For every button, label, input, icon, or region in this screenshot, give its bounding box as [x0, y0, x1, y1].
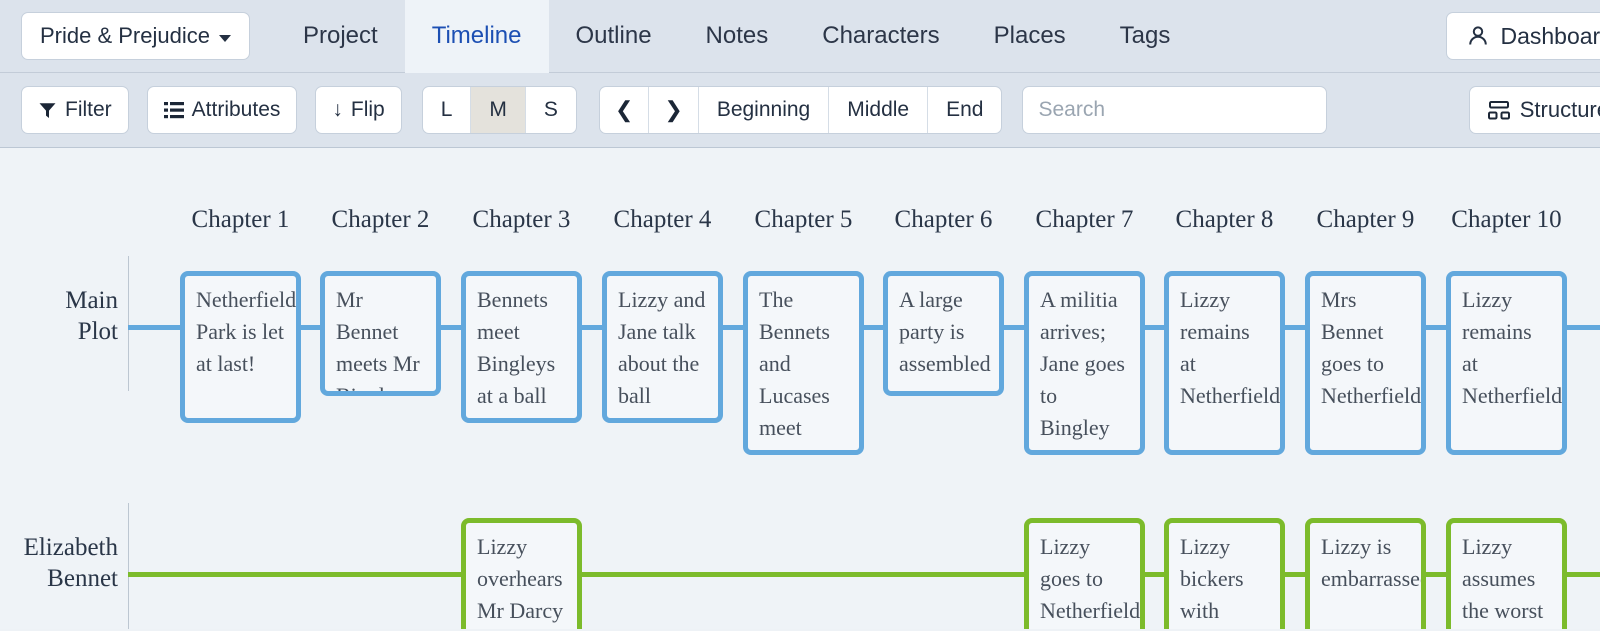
previous-button[interactable]: ❮ [600, 87, 650, 133]
row-label-line-2: Bennet [47, 565, 118, 592]
timeline-toolbar: Filter Attributes ↓ Flip L M S ❮ ❯ Begin… [0, 73, 1600, 148]
timeline-card[interactable]: Bennets meet Bingleys at a ball [461, 271, 582, 423]
size-option-small[interactable]: S [526, 87, 576, 133]
timeline-card[interactable]: Lizzy goes to Netherfield [1024, 518, 1145, 629]
row-spine-line [128, 572, 461, 577]
row-label-line-2: Plot [77, 318, 118, 345]
card-connector-line [582, 572, 1024, 577]
timeline-card[interactable]: Lizzy assumes the worst [1446, 518, 1567, 629]
dashboard-button[interactable]: Dashboard [1446, 12, 1600, 60]
timeline-card[interactable]: Lizzy remains at Netherfield [1446, 271, 1567, 455]
row-label-line-1: Main [65, 287, 118, 314]
flip-label: Flip [350, 98, 385, 121]
chapter-header[interactable]: Chapter 10 [1426, 206, 1587, 234]
dashboard-label: Dashboard [1500, 22, 1600, 49]
chapter-header[interactable]: Chapter 6 [863, 206, 1024, 234]
tab-places[interactable]: Places [967, 0, 1093, 73]
timeline-card[interactable]: Mr Bennet meets Mr Bingley [320, 271, 441, 396]
card-connector-line [301, 325, 320, 330]
timeline-card[interactable]: Netherfield Park is let at last! [180, 271, 301, 423]
timeline-card[interactable]: A large party is assembled [883, 271, 1004, 396]
card-connector-line [1426, 325, 1446, 330]
attributes-button[interactable]: Attributes [146, 86, 298, 134]
structure-label: Structure [1519, 97, 1600, 122]
timeline-canvas: Chapter 1 Chapter 2 Chapter 3 Chapter 4 Chap… [0, 148, 1600, 629]
list-icon [163, 101, 184, 118]
row-label[interactable]: Main Plot [0, 285, 118, 347]
down-arrow-icon: ↓ [332, 98, 343, 121]
tab-characters[interactable]: Characters [795, 0, 966, 73]
project-picker-label: Pride & Prejudice [40, 23, 210, 48]
main-nav-tabs: Project Timeline Outline Notes Character… [276, 0, 1197, 73]
chapter-header[interactable]: Chapter 2 [300, 206, 461, 234]
filter-button[interactable]: Filter [21, 86, 129, 134]
row-divider [128, 503, 129, 629]
timeline-card[interactable]: Lizzy overhears Mr Darcy [461, 518, 582, 629]
row-spine-line [128, 325, 180, 330]
timeline-navigation-group: ❮ ❯ Beginning Middle End [598, 86, 1003, 134]
size-option-large[interactable]: L [423, 87, 472, 133]
card-connector-line [1567, 325, 1600, 330]
structure-button[interactable]: Structure [1468, 86, 1600, 134]
chapter-header[interactable]: Chapter 3 [441, 206, 602, 234]
project-picker-button[interactable]: Pride & Prejudice [21, 12, 250, 60]
flip-button[interactable]: ↓ Flip [315, 86, 402, 134]
filter-label: Filter [65, 98, 112, 121]
row-divider [128, 256, 129, 391]
funnel-icon [39, 102, 56, 118]
card-connector-line [1426, 572, 1446, 577]
jump-beginning-button[interactable]: Beginning [699, 87, 830, 133]
next-button[interactable]: ❯ [649, 87, 699, 133]
chapter-header[interactable]: Chapter 8 [1144, 206, 1305, 234]
tab-project[interactable]: Project [276, 0, 405, 73]
timeline-card[interactable]: The Bennets and Lucases meet [743, 271, 864, 455]
chapter-header[interactable]: Chapter 4 [582, 206, 743, 234]
card-size-toggle-group: L M S [421, 86, 577, 134]
timeline-card[interactable]: Lizzy and Jane talk about the ball [602, 271, 723, 423]
tab-timeline[interactable]: Timeline [404, 0, 549, 73]
chapter-header[interactable]: Chapter 1 [160, 206, 321, 234]
row-label[interactable]: Elizabeth Bennet [0, 532, 118, 594]
search-input[interactable] [1022, 86, 1328, 134]
card-connector-line [441, 325, 461, 330]
jump-end-button[interactable]: End [928, 87, 1001, 133]
size-option-medium[interactable]: M [471, 87, 526, 133]
top-navigation-bar: Pride & Prejudice Project Timeline Outli… [0, 0, 1600, 73]
chapter-header[interactable]: Chapter 5 [723, 206, 884, 234]
chapter-header[interactable]: Chapter 7 [1004, 206, 1165, 234]
card-connector-line [1004, 325, 1024, 330]
card-connector-line [1145, 572, 1164, 577]
card-connector-line [1567, 572, 1600, 577]
tab-tags[interactable]: Tags [1093, 0, 1198, 73]
structure-icon [1487, 100, 1510, 119]
attributes-label: Attributes [191, 98, 281, 121]
user-icon [1469, 26, 1488, 45]
chevron-down-icon [218, 34, 231, 42]
timeline-card[interactable]: Lizzy is embarrassed [1305, 518, 1426, 629]
card-connector-line [864, 325, 883, 330]
timeline-card[interactable]: Mrs Bennet goes to Netherfield [1305, 271, 1426, 455]
timeline-card[interactable]: A militia arrives; Jane goes to Bingley [1024, 271, 1145, 455]
card-connector-line [723, 325, 743, 330]
chapter-header[interactable]: Chapter 9 [1285, 206, 1446, 234]
jump-middle-button[interactable]: Middle [829, 87, 929, 133]
tab-notes[interactable]: Notes [679, 0, 796, 73]
timeline-card[interactable]: Lizzy bickers with Darcy [1164, 518, 1285, 629]
tab-outline[interactable]: Outline [549, 0, 679, 73]
card-connector-line [1285, 572, 1305, 577]
card-connector-line [1285, 325, 1305, 330]
card-connector-line [1145, 325, 1164, 330]
timeline-card[interactable]: Lizzy remains at Netherfield [1164, 271, 1285, 455]
row-label-line-1: Elizabeth [23, 534, 118, 561]
card-connector-line [582, 325, 602, 330]
